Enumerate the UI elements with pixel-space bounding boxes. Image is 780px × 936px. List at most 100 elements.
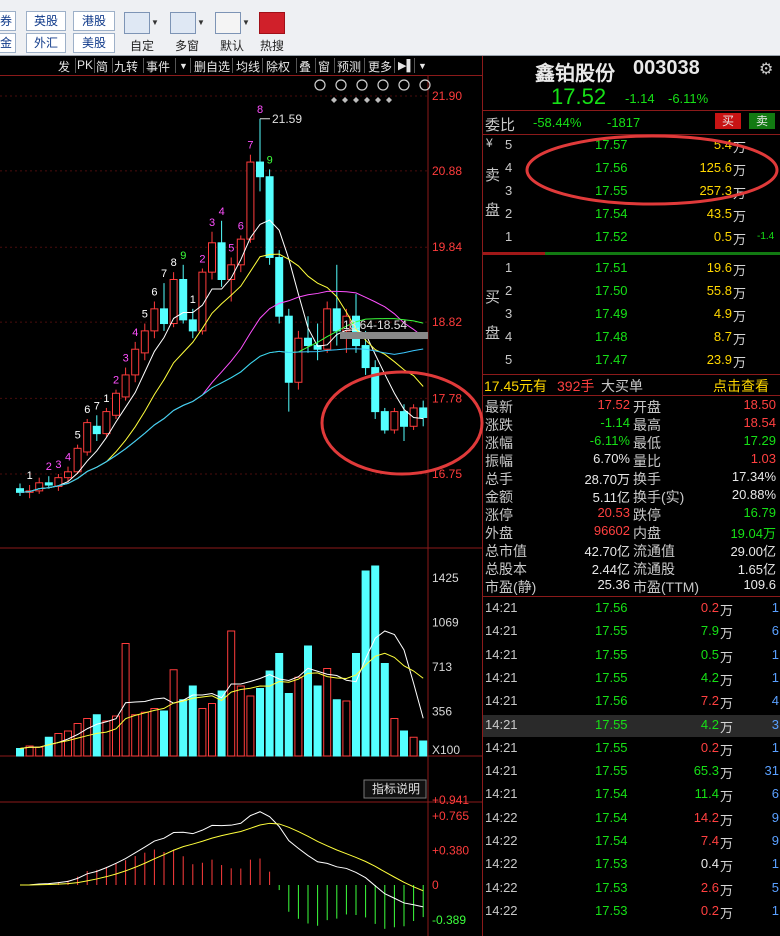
tick-row[interactable]: 14:22 17.54 14.2 万 9 <box>483 808 780 830</box>
buy-level-price[interactable]: 17.50 <box>595 283 628 298</box>
volume-bar[interactable] <box>64 730 72 757</box>
volume-bar[interactable] <box>419 740 428 757</box>
volume-bar[interactable] <box>44 736 53 757</box>
market-button-us-stock[interactable]: 美股 <box>73 33 115 53</box>
volume-bar[interactable] <box>179 699 188 757</box>
candle-body[interactable] <box>44 482 53 486</box>
sell-level-price[interactable]: 17.54 <box>595 206 628 221</box>
sell-level-price[interactable]: 17.57 <box>595 137 628 152</box>
volume-bar[interactable] <box>380 663 389 757</box>
volume-bar[interactable] <box>227 630 236 757</box>
kline-chart[interactable]: 21.90 20.88 19.84 18.82 17.78 16.75 21.59 18.64… <box>0 56 482 936</box>
home-icon[interactable] <box>215 12 241 34</box>
candle-body[interactable] <box>73 447 82 473</box>
tick-row[interactable]: 14:22 17.53 2.6 万 5 <box>483 878 780 900</box>
tick-row[interactable]: 14:21 17.55 0.2 万 1 <box>483 738 780 760</box>
market-button-gold[interactable]: 金 <box>0 33 16 53</box>
volume-bar[interactable] <box>304 645 312 757</box>
volume-bar[interactable] <box>246 695 255 757</box>
candle-body[interactable] <box>371 367 380 413</box>
chart-tool-7[interactable]: 除权 <box>266 58 290 75</box>
candle-body[interactable] <box>83 422 92 453</box>
candle-body[interactable] <box>275 256 284 317</box>
market-button-bond[interactable]: 券 <box>0 11 16 31</box>
volume-bar[interactable] <box>160 710 168 757</box>
buy-level-price[interactable]: 17.47 <box>595 352 628 367</box>
delete-icon[interactable] <box>356 79 368 91</box>
candle-body[interactable] <box>217 242 226 280</box>
volume-bar[interactable] <box>371 565 380 757</box>
chart-tool-11[interactable]: 更多 <box>368 58 392 75</box>
sell-level-price[interactable]: 17.56 <box>595 160 628 175</box>
volume-bar[interactable] <box>73 723 82 757</box>
chart-area[interactable]: 21.90 20.88 19.84 18.82 17.78 16.75 21.59 18.64… <box>0 56 482 936</box>
volume-bar[interactable] <box>102 720 111 757</box>
candle-body[interactable] <box>208 242 216 273</box>
volume-bar[interactable] <box>323 668 332 757</box>
chart-tool-1[interactable]: PK <box>77 58 93 72</box>
candle-body[interactable] <box>121 374 130 398</box>
candle-body[interactable] <box>304 337 312 347</box>
sell-button[interactable]: 卖 <box>749 113 775 129</box>
candle-body[interactable] <box>380 411 389 431</box>
sell-level-price[interactable]: 17.52 <box>595 229 628 244</box>
candle-body[interactable] <box>140 330 149 354</box>
buy-level-price[interactable]: 17.49 <box>595 306 628 321</box>
chart-tool-3[interactable]: 九转 <box>114 58 138 75</box>
volume-bar[interactable] <box>140 711 149 757</box>
volume-bar[interactable] <box>275 653 284 757</box>
chevron-down-icon[interactable]: ▼ <box>197 12 207 34</box>
candle-body[interactable] <box>188 319 197 332</box>
big-order-link[interactable]: 点击查看 <box>713 376 769 396</box>
volume-bar[interactable] <box>400 730 408 757</box>
chart-tool-4[interactable]: 事件 <box>146 58 170 75</box>
candle-body[interactable] <box>332 308 341 332</box>
volume-bar[interactable] <box>284 693 293 757</box>
volume-bar[interactable] <box>112 715 120 757</box>
volume-bar[interactable] <box>332 699 341 757</box>
tick-row[interactable]: 14:21 17.56 7.2 万 4 <box>483 691 780 713</box>
candle-body[interactable] <box>92 425 101 435</box>
volume-bar[interactable] <box>409 736 418 757</box>
volume-bar[interactable] <box>313 685 322 757</box>
volume-bar[interactable] <box>390 718 399 757</box>
candle-body[interactable] <box>112 392 120 416</box>
tick-row[interactable]: 14:22 17.53 0.4 万 1 <box>483 854 780 876</box>
default-label[interactable]: 默认 <box>212 37 252 54</box>
tick-row[interactable]: 14:21 17.55 0.5 万 1 <box>483 645 780 667</box>
buy-button[interactable]: 买 <box>715 113 741 129</box>
candle-body[interactable] <box>419 407 428 418</box>
chevron-down-icon[interactable]: ▼ <box>242 12 252 34</box>
lock-icon[interactable] <box>335 79 347 91</box>
tick-row[interactable]: 14:21 17.56 0.2 万 1 <box>483 598 780 620</box>
chevron-down-icon[interactable]: ▼ <box>418 61 427 71</box>
custom-layout-label[interactable]: 自定 <box>122 37 162 54</box>
candle-body[interactable] <box>323 308 332 350</box>
zoom-in-icon[interactable] <box>398 79 410 91</box>
candle-body[interactable] <box>284 315 293 383</box>
volume-bar[interactable] <box>352 653 360 757</box>
chart-tool-8[interactable]: 叠 <box>299 58 311 75</box>
tick-row[interactable]: 14:21 17.55 4.2 万 1 <box>483 668 780 690</box>
candle-body[interactable] <box>294 337 303 383</box>
candle-body[interactable] <box>102 411 111 435</box>
expand-icon[interactable]: ▶▌ <box>398 59 414 72</box>
volume-bar[interactable] <box>169 669 178 757</box>
buy-level-price[interactable]: 17.48 <box>595 329 628 344</box>
chart-tool-10[interactable]: 预测 <box>337 58 361 75</box>
candle-body[interactable] <box>64 471 72 479</box>
market-button-hk-stock[interactable]: 港股 <box>73 11 115 31</box>
volume-bar[interactable] <box>16 748 24 757</box>
volume-bar[interactable] <box>256 688 264 757</box>
volume-bar[interactable] <box>294 676 303 757</box>
candle-body[interactable] <box>160 308 168 325</box>
hot-search-label[interactable]: 热搜 <box>252 37 292 54</box>
volume-bar[interactable] <box>54 733 63 757</box>
tick-row[interactable]: 14:22 17.53 0.2 万 1 <box>483 901 780 923</box>
chart-tool-9[interactable]: 窗 <box>318 58 330 75</box>
candle-body[interactable] <box>390 411 399 431</box>
tick-row[interactable]: 14:21 17.55 65.3 万 31 <box>483 761 780 783</box>
tick-row[interactable]: 14:21 17.54 11.4 万 6 <box>483 784 780 806</box>
tick-row[interactable]: 14:21 17.55 4.2 万 3 <box>483 714 780 737</box>
volume-bar[interactable] <box>35 746 44 757</box>
